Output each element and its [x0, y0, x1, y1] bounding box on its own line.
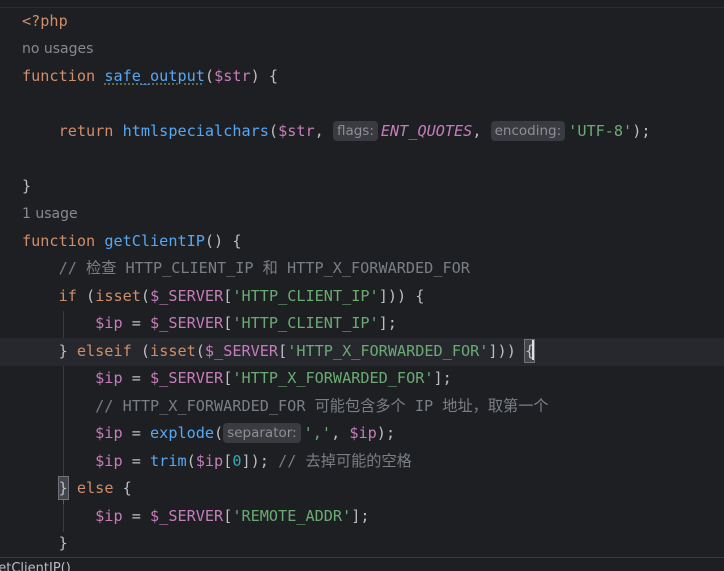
- string-literal: 'HTTP_CLIENT_IP': [232, 314, 379, 332]
- code-line[interactable]: $ip = trim($ip[0]); // 去掉可能的空格: [0, 448, 724, 476]
- code-line-current[interactable]: } elseif (isset($_SERVER['HTTP_X_FORWARD…: [0, 338, 724, 366]
- string-literal: 'HTTP_X_FORWARDED_FOR': [287, 342, 489, 360]
- keyword: if: [58, 287, 77, 305]
- comment: // 检查 HTTP_CLIENT_IP 和 HTTP_X_FORWARDED_…: [58, 259, 470, 277]
- code-line[interactable]: // HTTP_X_FORWARDED_FOR 可能包含多个 IP 地址，取第一…: [0, 393, 724, 421]
- code-line[interactable]: function safe_output($str) {: [0, 63, 724, 91]
- string-literal: ',': [303, 424, 332, 442]
- function-call[interactable]: trim: [150, 452, 187, 470]
- string-literal: 'HTTP_X_FORWARDED_FOR': [232, 369, 434, 387]
- comment: // HTTP_X_FORWARDED_FOR 可能包含多个 IP 地址，取第一…: [95, 397, 549, 415]
- variable: $ip: [195, 452, 224, 470]
- param-hint: separator:: [223, 423, 301, 443]
- keyword: function: [22, 232, 96, 250]
- code-line[interactable]: } else {: [0, 475, 724, 503]
- variable: $_SERVER: [150, 507, 224, 525]
- variable: $_SERVER: [150, 287, 224, 305]
- code-line[interactable]: [0, 90, 724, 118]
- variable: $ip: [95, 314, 123, 332]
- code-line[interactable]: return htmlspecialchars($str, flags: ENT_…: [0, 118, 724, 146]
- comment: // 去掉可能的空格: [278, 452, 412, 470]
- number-literal: 0: [232, 452, 242, 470]
- usage-hint-line: no usages: [0, 36, 724, 64]
- function-name[interactable]: safe_output: [104, 67, 205, 85]
- string-literal: 'REMOTE_ADDR': [232, 507, 352, 525]
- code-line[interactable]: [0, 145, 724, 173]
- code-line[interactable]: <?php: [0, 8, 724, 36]
- constant: ENT_QUOTES: [380, 122, 473, 140]
- keyword: function: [22, 67, 96, 85]
- keyword: return: [58, 122, 114, 140]
- keyword: else: [76, 479, 114, 497]
- text-caret: [532, 340, 535, 360]
- php-open-tag: <?php: [22, 12, 68, 30]
- function-call[interactable]: explode: [150, 424, 214, 442]
- code-line[interactable]: }: [0, 530, 724, 558]
- usage-hint[interactable]: 1 usage: [22, 201, 78, 229]
- function-call[interactable]: htmlspecialchars: [123, 122, 269, 140]
- variable: $str: [278, 122, 315, 140]
- breadcrumb[interactable]: getClientIP(): [0, 562, 71, 571]
- code-line[interactable]: $ip = $_SERVER['HTTP_X_FORWARDED_FOR'];: [0, 365, 724, 393]
- code-line[interactable]: // 检查 HTTP_CLIENT_IP 和 HTTP_X_FORWARDED_…: [0, 255, 724, 283]
- keyword: isset: [95, 287, 141, 305]
- variable: $ip: [95, 369, 123, 387]
- keyword: elseif: [76, 342, 132, 360]
- param-hint: encoding:: [490, 121, 566, 141]
- variable: $ip: [95, 452, 123, 470]
- variable: $_SERVER: [150, 314, 224, 332]
- code-line[interactable]: $ip = explode(separator: ',', $ip);: [0, 420, 724, 448]
- function-name[interactable]: getClientIP: [104, 232, 205, 250]
- variable: $str: [214, 67, 251, 85]
- code-line[interactable]: $ip = $_SERVER['REMOTE_ADDR'];: [0, 503, 724, 531]
- variable: $ip: [349, 424, 377, 442]
- breadcrumb-bar[interactable]: getClientIP(): [0, 557, 724, 571]
- variable: $ip: [95, 507, 123, 525]
- code-line[interactable]: function getClientIP() {: [0, 228, 724, 256]
- usage-hint-line: 1 usage: [0, 201, 724, 229]
- variable: $_SERVER: [150, 369, 224, 387]
- matched-brace: }: [57, 476, 69, 500]
- code-editor[interactable]: <?php no usages function safe_output($st…: [0, 0, 724, 571]
- param-hint: flags:: [332, 121, 378, 141]
- string-literal: 'HTTP_CLIENT_IP': [232, 287, 379, 305]
- keyword: isset: [150, 342, 196, 360]
- code-line[interactable]: }: [0, 173, 724, 201]
- code-line[interactable]: $ip = $_SERVER['HTTP_CLIENT_IP'];: [0, 310, 724, 338]
- code-line[interactable]: if (isset($_SERVER['HTTP_CLIENT_IP'])) {: [0, 283, 724, 311]
- string-literal: 'UTF-8': [568, 122, 633, 140]
- variable: $ip: [95, 424, 123, 442]
- variable: $_SERVER: [204, 342, 279, 360]
- usage-hint[interactable]: no usages: [22, 36, 93, 64]
- editor-top-border: [0, 0, 724, 8]
